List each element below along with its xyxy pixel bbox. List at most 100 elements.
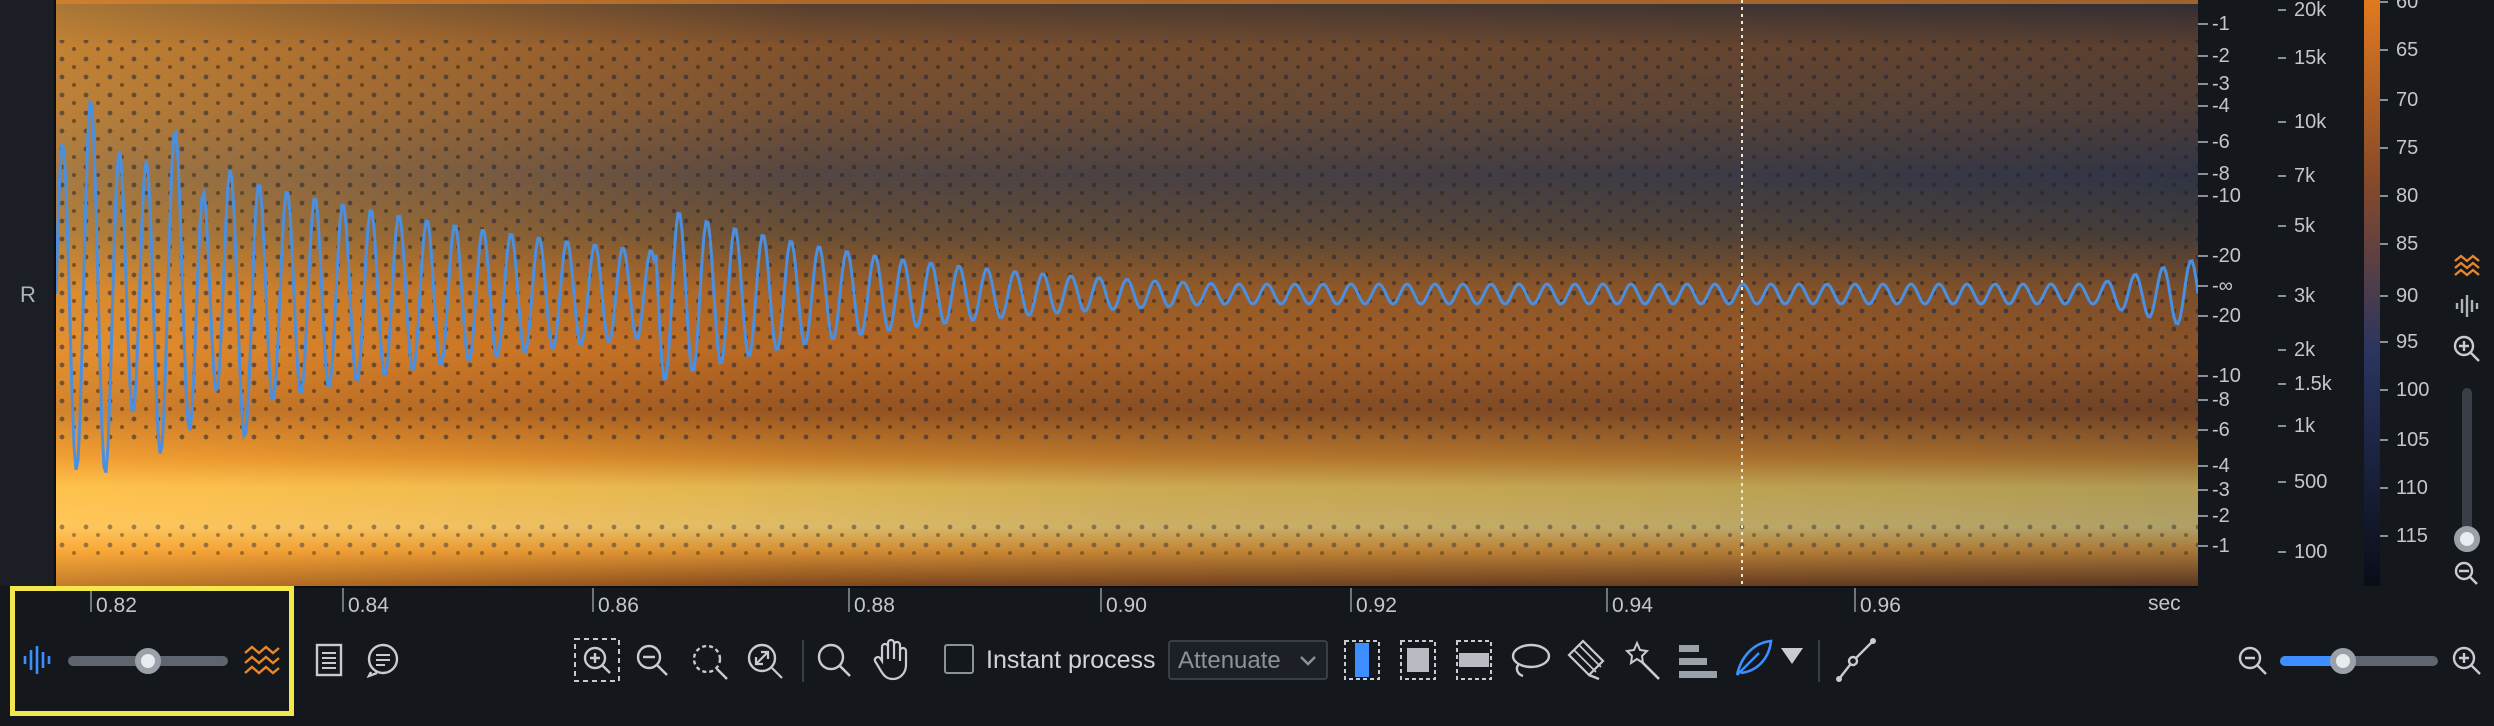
frequency-scale: 20k 15k 10k 7k 5k 3k 2k 1.5k 1k 500 100 bbox=[2278, 0, 2364, 586]
db-tick-label: -3 bbox=[2212, 73, 2230, 95]
horizontal-zoom-slider-knob[interactable] bbox=[2330, 648, 2357, 674]
color-scale-label: 85 bbox=[2396, 233, 2419, 255]
spectrogram-view-icon[interactable] bbox=[2452, 252, 2484, 280]
zoom-tool-icon[interactable] bbox=[814, 640, 854, 680]
color-scale-label: 70 bbox=[2396, 89, 2419, 111]
time-tick-mark bbox=[90, 588, 92, 612]
spectrogram-view[interactable] bbox=[56, 0, 2198, 586]
zoom-to-selection-icon[interactable] bbox=[572, 636, 624, 684]
frequency-tick-label: 500 bbox=[2294, 471, 2328, 493]
hand-tool-icon[interactable] bbox=[870, 636, 914, 682]
zoom-out-icon[interactable] bbox=[632, 640, 672, 680]
toolbar-separator bbox=[1818, 640, 1820, 682]
scale-tick-mark bbox=[2198, 399, 2208, 401]
scale-tick-mark bbox=[2278, 425, 2286, 427]
db-tick-label: -2 bbox=[2212, 505, 2230, 527]
scale-tick-mark bbox=[2198, 195, 2208, 197]
zoom-out-vertical-icon[interactable] bbox=[2450, 560, 2484, 586]
vertical-zoom-slider-knob[interactable] bbox=[2454, 526, 2480, 552]
db-tick-label: -1 bbox=[2212, 13, 2230, 35]
markers-comment-icon[interactable] bbox=[364, 640, 402, 680]
scale-tick-mark bbox=[2198, 545, 2208, 547]
blend-slider-knob[interactable] bbox=[135, 648, 161, 674]
frequency-tick-label: 1.5k bbox=[2294, 373, 2332, 395]
file-info-icon[interactable] bbox=[312, 640, 346, 680]
time-tick-label: 0.86 bbox=[598, 594, 639, 617]
scale-tick-mark bbox=[2380, 389, 2388, 391]
feather-tool-icon[interactable] bbox=[1730, 636, 1776, 682]
tool-options-dropdown-icon[interactable] bbox=[1778, 644, 1806, 668]
rx-editor: R -1 -2 -3 -4 -6 -8 -10 -20 -∞ -20 -10 -… bbox=[0, 0, 2494, 726]
scale-tick-mark bbox=[2380, 535, 2388, 537]
frequency-tick-label: 20k bbox=[2294, 0, 2327, 21]
zoom-in-vertical-icon[interactable] bbox=[2450, 332, 2484, 366]
attenuate-dropdown[interactable]: Attenuate bbox=[1168, 640, 1328, 680]
color-scale-label: 110 bbox=[2396, 477, 2428, 499]
color-scale-label: 115 bbox=[2396, 525, 2428, 547]
color-scale-label: 95 bbox=[2396, 331, 2419, 353]
scale-tick-mark bbox=[2380, 439, 2388, 441]
spectrogram-blend-icon[interactable] bbox=[242, 642, 282, 680]
db-tick-label: -1 bbox=[2212, 535, 2230, 557]
waveform-view-icon[interactable] bbox=[2452, 292, 2484, 320]
time-ruler[interactable]: 0.82 0.84 0.86 0.88 0.90 0.92 0.94 0.96 bbox=[56, 586, 2198, 626]
db-tick-label: -6 bbox=[2212, 419, 2230, 441]
instant-process-label: Instant process bbox=[986, 646, 1156, 674]
color-scale-label: 60 bbox=[2396, 0, 2419, 13]
scale-tick-mark bbox=[2278, 481, 2286, 483]
time-tick-mark bbox=[1100, 588, 1102, 612]
instant-process-checkbox[interactable] bbox=[944, 644, 974, 674]
color-map-bar bbox=[2364, 0, 2380, 586]
scale-tick-mark bbox=[2198, 55, 2208, 57]
horizontal-zoom-out-icon[interactable] bbox=[2236, 644, 2270, 678]
scale-tick-mark bbox=[2198, 83, 2208, 85]
scale-tick-mark bbox=[2198, 105, 2208, 107]
frequency-selection-icon[interactable] bbox=[1454, 638, 1494, 682]
frequency-tick-label: 10k bbox=[2294, 111, 2327, 133]
db-tick-label: -8 bbox=[2212, 389, 2230, 411]
scale-tick-mark bbox=[2278, 175, 2286, 177]
time-unit-label: sec bbox=[2148, 592, 2181, 615]
frequency-tick-label: 1k bbox=[2294, 415, 2316, 437]
db-tick-label: -10 bbox=[2212, 185, 2241, 207]
frequency-tick-label: 100 bbox=[2294, 541, 2328, 563]
color-scale-label: 80 bbox=[2396, 185, 2419, 207]
zoom-fit-icon[interactable] bbox=[744, 640, 786, 682]
brush-tool-icon[interactable] bbox=[1564, 638, 1608, 682]
spectrogram-canvas[interactable] bbox=[56, 0, 2198, 586]
time-tick-label: 0.92 bbox=[1356, 594, 1397, 617]
envelope-tool-icon[interactable] bbox=[1834, 636, 1878, 684]
time-tick-mark bbox=[848, 588, 850, 612]
channel-strip: R bbox=[0, 0, 56, 586]
zoom-selection-dashed-icon[interactable] bbox=[688, 640, 732, 682]
time-tick-mark bbox=[342, 588, 344, 612]
scale-tick-mark bbox=[2278, 225, 2286, 227]
time-frequency-selection-icon[interactable] bbox=[1398, 638, 1438, 682]
color-scale-label: 90 bbox=[2396, 285, 2419, 307]
color-scale-label: 100 bbox=[2396, 379, 2430, 401]
scale-tick-mark bbox=[2278, 121, 2286, 123]
time-selection-icon[interactable] bbox=[1342, 638, 1382, 682]
scale-tick-mark bbox=[2198, 255, 2208, 257]
scale-tick-mark bbox=[2278, 57, 2286, 59]
scale-tick-mark bbox=[2198, 489, 2208, 491]
db-tick-label: -6 bbox=[2212, 131, 2230, 153]
scale-tick-mark bbox=[2380, 295, 2388, 297]
scale-tick-mark bbox=[2380, 49, 2388, 51]
time-tick-label: 0.96 bbox=[1860, 594, 1901, 617]
vertical-zoom-slider-track[interactable] bbox=[2462, 388, 2472, 538]
magic-wand-icon[interactable] bbox=[1620, 638, 1664, 682]
horizontal-zoom-in-icon[interactable] bbox=[2450, 644, 2484, 678]
scale-tick-mark bbox=[2198, 315, 2208, 317]
scale-tick-mark bbox=[2198, 285, 2208, 287]
harmonic-selection-icon[interactable] bbox=[1676, 640, 1720, 682]
chevron-down-icon bbox=[1298, 646, 1318, 681]
toolbar-separator bbox=[802, 640, 804, 682]
scale-tick-mark bbox=[2278, 383, 2286, 385]
db-tick-label: -∞ bbox=[2212, 275, 2233, 297]
db-tick-label: -2 bbox=[2212, 45, 2230, 67]
time-tick-mark bbox=[1854, 588, 1856, 612]
time-tick-label: 0.90 bbox=[1106, 594, 1147, 617]
lasso-tool-icon[interactable] bbox=[1508, 640, 1552, 682]
waveform-blend-icon[interactable] bbox=[20, 640, 54, 680]
